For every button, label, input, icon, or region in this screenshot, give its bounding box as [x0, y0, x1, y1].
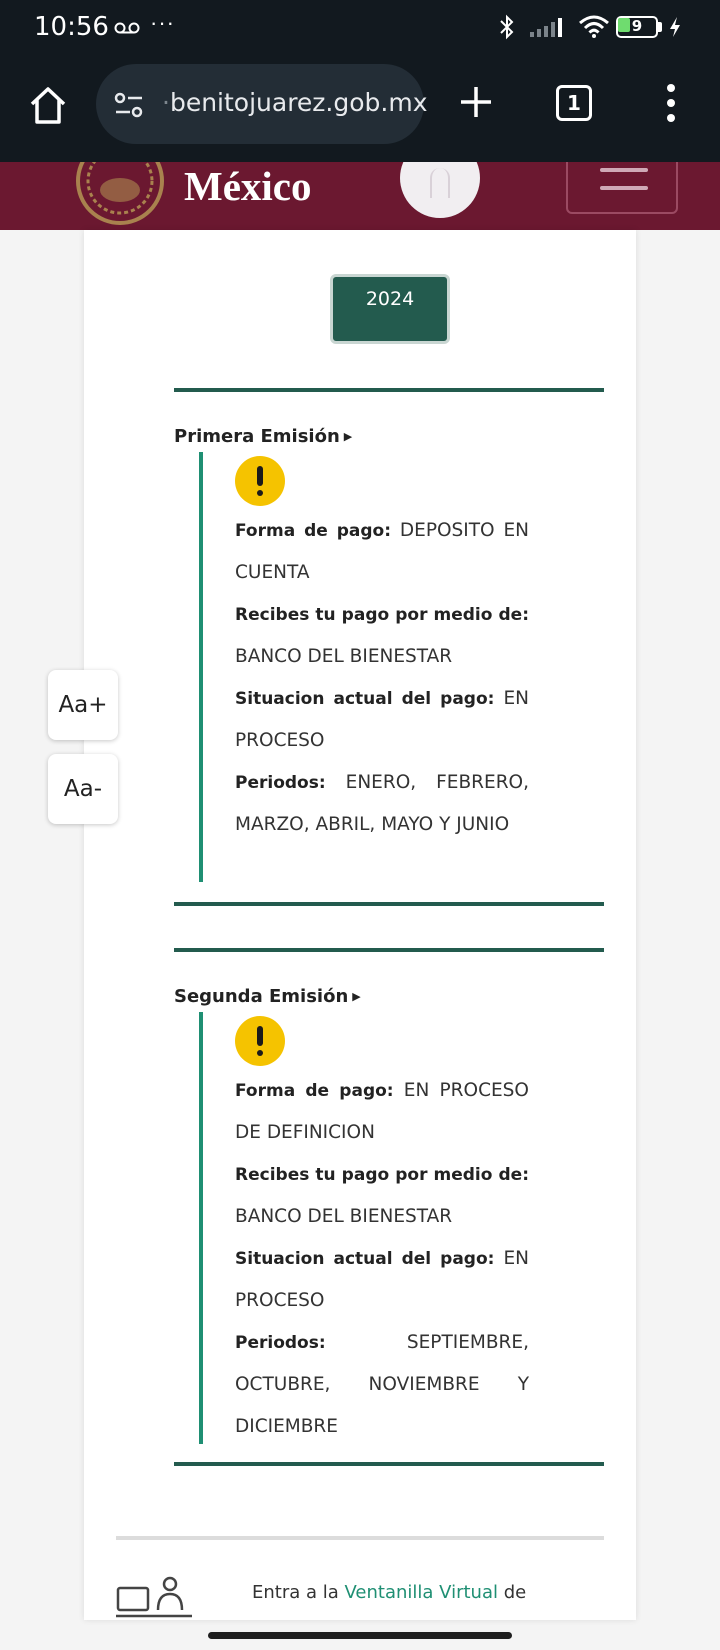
forma-de-pago: Forma de pago: DEPOSITO EN CUENTA: [235, 520, 530, 583]
periodos: Periodos: ENERO, FEBRERO, MARZO, ABRIL, …: [235, 772, 529, 835]
home-icon[interactable]: [28, 84, 68, 128]
emission-details: Forma de pago: DEPOSITO EN CUENTA Recibe…: [199, 452, 529, 882]
bluetooth-icon: [500, 14, 514, 40]
voicemail-icon: [114, 22, 140, 34]
situacion-actual: Situacion actual del pago: EN PROCESO: [235, 688, 529, 751]
gesture-home-indicator[interactable]: [208, 1632, 512, 1639]
disclosure-triangle-icon: ▶: [352, 990, 361, 1003]
menu-icon[interactable]: [566, 162, 678, 214]
coat-of-arms-logo: [76, 162, 164, 225]
signal-icon: [530, 18, 562, 37]
ventanilla-virtual-link[interactable]: Ventanilla Virtual: [345, 1582, 498, 1603]
forma-de-pago: Forma de pago: EN PROCESO DE DEFINICION: [235, 1080, 529, 1143]
plus-icon[interactable]: [458, 84, 494, 120]
periodos: Periodos: SEPTIEMBRE, OCTUBRE, NOVIEMBRE…: [235, 1332, 529, 1437]
charging-icon: [670, 17, 680, 37]
wifi-icon: [579, 15, 609, 38]
institution-logo[interactable]: [400, 162, 480, 218]
status-time: 10:56: [34, 12, 109, 42]
section-toggle-primera[interactable]: Primera Emisión ▶: [174, 426, 352, 447]
battery-icon: 9: [616, 16, 662, 38]
section-divider: [174, 388, 604, 392]
battery-level: 9: [631, 17, 643, 35]
more-notifications: ···: [150, 10, 175, 35]
decrease-font-button[interactable]: Aa-: [48, 754, 118, 824]
increase-font-button[interactable]: Aa+: [48, 670, 118, 740]
more-vert-icon[interactable]: [664, 82, 678, 124]
address-bar[interactable]: ·benitojuarez.gob.mx: [96, 64, 428, 144]
disclosure-triangle-icon: ▶: [343, 430, 353, 443]
url-text[interactable]: ·benitojuarez.gob.mx: [162, 88, 428, 117]
site-header: México: [0, 162, 720, 230]
tab-switcher-button[interactable]: 1: [556, 85, 592, 121]
year-button[interactable]: 2024: [330, 274, 450, 344]
section-divider: [174, 948, 604, 952]
warning-icon: [235, 456, 285, 506]
section-toggle-segunda[interactable]: Segunda Emisión ▶: [174, 986, 361, 1007]
ventanilla-text: Entra a la Ventanilla Virtual de: [252, 1582, 527, 1603]
recibes-pago: Recibes tu pago por medio de: BANCO DEL …: [235, 1165, 529, 1227]
site-settings-icon[interactable]: [114, 92, 144, 118]
warning-icon: [235, 1016, 285, 1066]
emission-details: Forma de pago: EN PROCESO DE DEFINICION …: [199, 1012, 529, 1444]
situacion-actual: Situacion actual del pago: EN PROCESO: [235, 1248, 529, 1311]
section-divider: [174, 902, 604, 906]
recibes-pago: Recibes tu pago por medio de: BANCO DEL …: [235, 605, 529, 667]
site-title[interactable]: México: [184, 162, 311, 210]
status-bar: 10:56 ··· 9: [0, 0, 720, 54]
browser-toolbar: ·benitojuarez.gob.mx 1: [0, 54, 720, 162]
section-divider: [174, 1462, 604, 1466]
footer-divider: [116, 1536, 604, 1540]
desk-user-icon: [116, 1576, 192, 1618]
